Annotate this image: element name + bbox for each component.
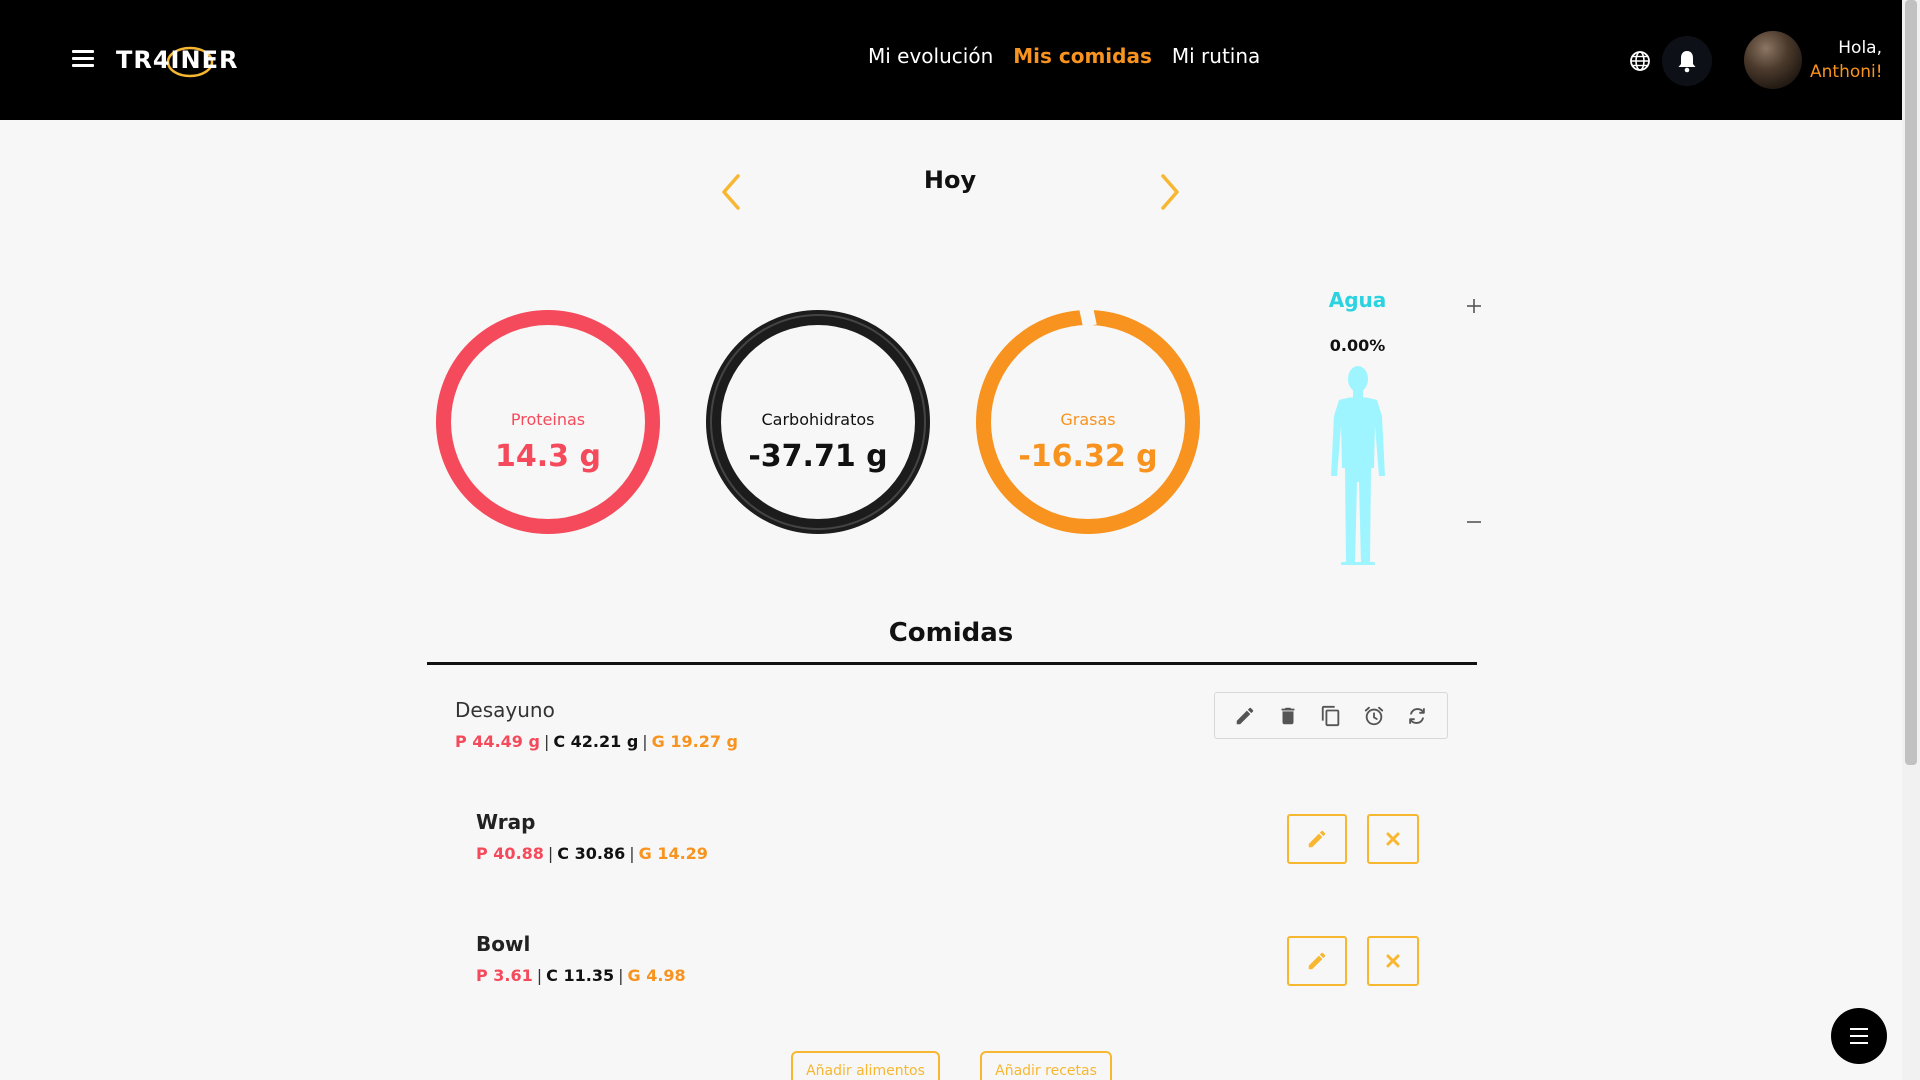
food-carbs: C 11.35 bbox=[546, 966, 615, 985]
meal-macros: P 44.49 g | C 42.21 g | G 19.27 g bbox=[455, 732, 738, 751]
food-carbs: C 30.86 bbox=[557, 844, 626, 863]
pencil-icon bbox=[1308, 952, 1326, 970]
food-name: Wrap bbox=[476, 810, 536, 834]
water-title: Agua bbox=[1328, 288, 1387, 312]
menu-icon-line bbox=[1850, 1028, 1868, 1030]
food-protein: P 3.61 bbox=[476, 966, 533, 985]
close-icon bbox=[1386, 954, 1400, 968]
menu-icon-line bbox=[1850, 1035, 1868, 1037]
refresh-meal-button[interactable] bbox=[1404, 703, 1430, 729]
pencil-icon bbox=[1308, 830, 1326, 848]
remove-food-button[interactable] bbox=[1367, 814, 1419, 864]
nav-mis-comidas[interactable]: Mis comidas bbox=[1013, 44, 1152, 68]
add-recipe-button[interactable]: Añadir recetas bbox=[980, 1051, 1112, 1080]
menu-icon-line bbox=[1850, 1042, 1868, 1044]
food-protein: P 40.88 bbox=[476, 844, 544, 863]
plus-icon[interactable] bbox=[1462, 294, 1486, 318]
notifications-button[interactable] bbox=[1662, 36, 1712, 86]
refresh-icon bbox=[1409, 707, 1426, 724]
section-title: Comidas bbox=[888, 618, 1014, 648]
edit-food-button[interactable] bbox=[1287, 936, 1347, 986]
meal-protein: P 44.49 g bbox=[455, 732, 540, 751]
user-greeting[interactable]: Hola, Anthoni! bbox=[1810, 36, 1883, 84]
separator: | bbox=[629, 844, 635, 863]
nav-mi-evolucion[interactable]: Mi evolución bbox=[868, 44, 993, 68]
edit-icon bbox=[1236, 707, 1253, 724]
separator: | bbox=[618, 966, 624, 985]
top-navbar: TR4INER Mi evolución Mis comidas Mi ruti… bbox=[0, 0, 1902, 120]
copy-icon bbox=[1321, 705, 1340, 726]
chevron-right-icon[interactable] bbox=[1155, 170, 1185, 214]
bell-icon bbox=[1678, 51, 1696, 73]
section-divider bbox=[427, 662, 1477, 665]
minus-icon[interactable] bbox=[1462, 512, 1486, 532]
fat-ring-gap bbox=[1079, 306, 1097, 328]
protein-ring: Proteinas 14.3 g bbox=[436, 310, 660, 534]
food-macros: P 40.88 | C 30.86 | G 14.29 bbox=[476, 844, 708, 863]
chevron-left-icon[interactable] bbox=[716, 170, 746, 214]
carbs-label: Carbohidratos bbox=[761, 410, 875, 429]
carbs-value: -37.71 g bbox=[748, 439, 888, 474]
delete-meal-button[interactable] bbox=[1275, 703, 1301, 729]
remove-food-button[interactable] bbox=[1367, 936, 1419, 986]
fat-label: Grasas bbox=[1060, 410, 1116, 429]
meal-name: Desayuno bbox=[455, 698, 555, 722]
protein-label: Proteinas bbox=[510, 410, 586, 429]
meal-fat: G 19.27 g bbox=[651, 732, 739, 751]
separator: | bbox=[547, 844, 554, 863]
globe-icon[interactable] bbox=[1628, 49, 1652, 73]
close-icon bbox=[1386, 832, 1400, 846]
fat-value: -16.32 g bbox=[1018, 439, 1158, 474]
alarm-meal-button[interactable] bbox=[1361, 703, 1387, 729]
avatar[interactable] bbox=[1744, 31, 1802, 89]
menu-icon[interactable] bbox=[72, 50, 94, 68]
food-macros: P 3.61 | C 11.35 | G 4.98 bbox=[476, 966, 686, 985]
body-water-icon bbox=[1331, 366, 1385, 565]
water-percent: 0.00% bbox=[1329, 336, 1386, 355]
fat-ring: Grasas -16.32 g bbox=[976, 306, 1200, 534]
greeting-text: Hola, bbox=[1838, 38, 1882, 58]
edit-food-button[interactable] bbox=[1287, 814, 1347, 864]
separator: | bbox=[642, 732, 648, 751]
food-fat: G 4.98 bbox=[627, 966, 686, 985]
floating-menu-button[interactable] bbox=[1831, 1008, 1887, 1064]
meal-carbs: C 42.21 g bbox=[553, 732, 639, 751]
nav-mi-rutina[interactable]: Mi rutina bbox=[1172, 44, 1260, 68]
copy-meal-button[interactable] bbox=[1318, 703, 1344, 729]
edit-meal-button[interactable] bbox=[1232, 703, 1258, 729]
carbs-ring: Carbohidratos -37.71 g bbox=[706, 310, 930, 534]
alarm-icon bbox=[1364, 706, 1384, 725]
add-food-button[interactable]: Añadir alimentos bbox=[791, 1051, 940, 1080]
main-nav: Mi evolución Mis comidas Mi rutina bbox=[868, 44, 1260, 68]
trash-icon bbox=[1281, 707, 1295, 724]
separator: | bbox=[536, 966, 543, 985]
meal-actions bbox=[1214, 692, 1448, 739]
date-title: Hoy bbox=[923, 166, 977, 194]
food-fat: G 14.29 bbox=[638, 844, 708, 863]
protein-value: 14.3 g bbox=[495, 439, 601, 474]
trainer-logo[interactable]: TR4INER bbox=[116, 40, 266, 80]
svg-text:TR4INER: TR4INER bbox=[116, 46, 238, 74]
scrollbar-thumb[interactable] bbox=[1905, 0, 1917, 765]
food-name: Bowl bbox=[476, 932, 531, 956]
user-name: Anthoni! bbox=[1810, 62, 1883, 82]
separator: | bbox=[543, 732, 550, 751]
